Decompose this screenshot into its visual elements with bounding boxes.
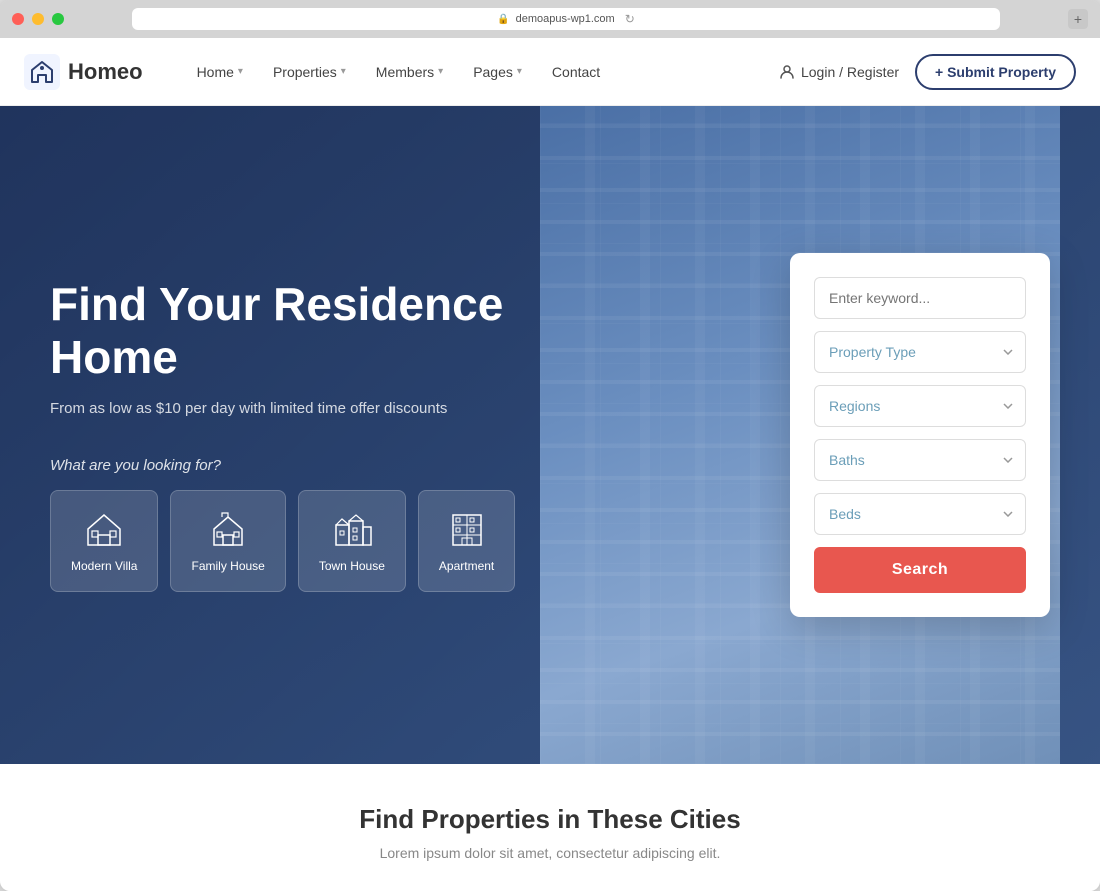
property-type-family-house[interactable]: Family House <box>170 490 285 592</box>
town-house-label: Town House <box>319 559 385 573</box>
townhouse-icon <box>332 509 372 549</box>
nav-item-contact[interactable]: Contact <box>538 56 614 88</box>
baths-select[interactable]: Baths 1 2 3+ <box>814 439 1026 481</box>
new-tab-button[interactable]: + <box>1068 9 1088 29</box>
hero-section: Find Your Residence Home From as low as … <box>0 106 1100 764</box>
nav-item-members[interactable]: Members ▾ <box>362 56 457 88</box>
login-register-link[interactable]: Login / Register <box>779 64 899 80</box>
minimize-button[interactable] <box>32 13 44 25</box>
hero-subtitle: From as low as $10 per day with limited … <box>50 400 530 417</box>
house-icon <box>208 509 248 549</box>
hero-title: Find Your Residence Home <box>50 278 530 384</box>
nav-links: Home ▾ Properties ▾ Members ▾ Pages ▾ <box>183 56 759 88</box>
property-type-modern-villa[interactable]: Modern Villa <box>50 490 158 592</box>
close-button[interactable] <box>12 13 24 25</box>
nav-item-pages[interactable]: Pages ▾ <box>459 56 536 88</box>
beds-select[interactable]: Beds 1 2 3 4+ <box>814 493 1026 535</box>
url-bar[interactable]: 🔒 demoapus-wp1.com ↻ <box>132 8 1000 30</box>
url-text: demoapus-wp1.com <box>516 13 615 25</box>
villa-icon <box>84 509 124 549</box>
search-button[interactable]: Search <box>814 547 1026 593</box>
navbar: Homeo Home ▾ Properties ▾ Members ▾ <box>0 38 1100 106</box>
lock-icon: 🔒 <box>497 14 509 25</box>
site: Homeo Home ▾ Properties ▾ Members ▾ <box>0 38 1100 891</box>
chevron-down-icon: ▾ <box>517 66 522 77</box>
apartment-icon <box>447 509 487 549</box>
apartment-label: Apartment <box>439 559 494 573</box>
property-type-apartment[interactable]: Apartment <box>418 490 515 592</box>
regions-select[interactable]: Regions Downtown Suburbs City Center <box>814 385 1026 427</box>
property-type-town-house[interactable]: Town House <box>298 490 406 592</box>
browser-window: 🔒 demoapus-wp1.com ↻ + Homeo <box>0 0 1100 891</box>
nav-item-home[interactable]: Home ▾ <box>183 56 257 88</box>
hero-question: What are you looking for? <box>50 457 530 474</box>
hero-content: Find Your Residence Home From as low as … <box>0 218 580 652</box>
property-types-grid: Modern Villa <box>50 490 530 592</box>
bottom-subtitle: Lorem ipsum dolor sit amet, consectetur … <box>24 845 1076 861</box>
chevron-down-icon: ▾ <box>238 66 243 77</box>
browser-titlebar: 🔒 demoapus-wp1.com ↻ + <box>0 0 1100 38</box>
keyword-input[interactable] <box>814 277 1026 319</box>
login-label: Login / Register <box>801 64 899 80</box>
villa-label: Modern Villa <box>71 559 137 573</box>
logo-icon <box>24 54 60 90</box>
reload-icon[interactable]: ↻ <box>625 12 635 26</box>
property-type-select[interactable]: Property Type Modern Villa Family House … <box>814 331 1026 373</box>
search-panel: Property Type Modern Villa Family House … <box>790 253 1050 617</box>
logo[interactable]: Homeo <box>24 54 143 90</box>
nav-right: Login / Register + Submit Property <box>779 54 1076 90</box>
browser-content: Homeo Home ▾ Properties ▾ Members ▾ <box>0 38 1100 891</box>
nav-item-properties[interactable]: Properties ▾ <box>259 56 360 88</box>
chevron-down-icon: ▾ <box>341 66 346 77</box>
logo-text: Homeo <box>68 59 143 85</box>
user-icon <box>779 64 795 80</box>
family-house-label: Family House <box>191 559 264 573</box>
submit-property-button[interactable]: + Submit Property <box>915 54 1076 90</box>
bottom-section: Find Properties in These Cities Lorem ip… <box>0 764 1100 891</box>
bottom-title: Find Properties in These Cities <box>24 804 1076 835</box>
maximize-button[interactable] <box>52 13 64 25</box>
chevron-down-icon: ▾ <box>438 66 443 77</box>
